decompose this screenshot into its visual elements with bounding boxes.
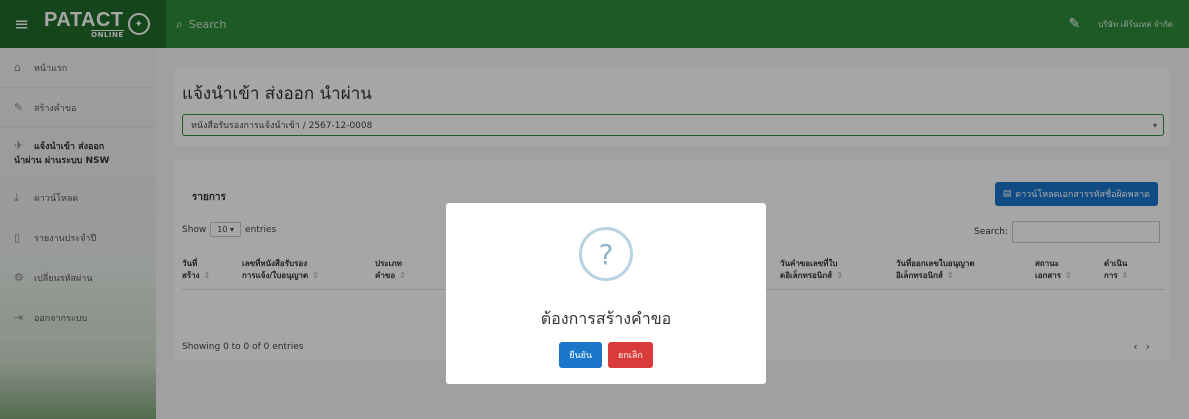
cancel-button[interactable]: ยกเลิก	[608, 342, 653, 368]
confirm-button[interactable]: ยืนยัน	[559, 342, 603, 368]
dialog-message: ต้องการสร้างคำขอ	[540, 309, 672, 328]
confirm-dialog: ? ต้องการสร้างคำขอ ยืนยัน ยกเลิก	[446, 203, 766, 384]
question-icon: ?	[579, 227, 633, 281]
